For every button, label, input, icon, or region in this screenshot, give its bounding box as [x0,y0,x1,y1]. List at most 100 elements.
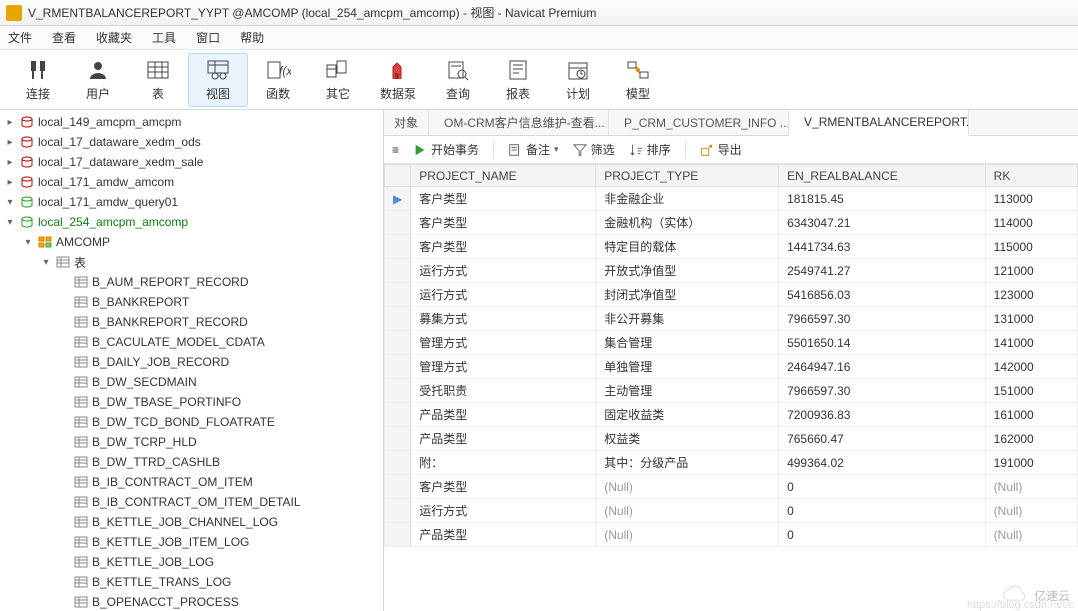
cell[interactable]: 6343047.21 [779,211,986,235]
cell[interactable]: 权益类 [596,427,779,451]
table-row[interactable]: 产品类型权益类765660.47162000 [385,427,1078,451]
cell[interactable]: 其中：分级产品 [596,451,779,475]
table-row[interactable]: 产品类型固定收益类7200936.83161000 [385,403,1078,427]
col-PROJECT_NAME[interactable]: PROJECT_NAME [411,165,596,187]
cell[interactable]: 固定收益类 [596,403,779,427]
cell[interactable]: 封闭式净值型 [596,283,779,307]
cell[interactable]: 499364.02 [779,451,986,475]
cell[interactable]: 765660.47 [779,427,986,451]
cell[interactable]: 产品类型 [411,403,596,427]
toolbar-model[interactable]: 模型 [608,53,668,107]
table-row[interactable]: 管理方式单独管理2464947.16142000 [385,355,1078,379]
table-B_BANKREPORT_RECORD[interactable]: B_BANKREPORT_RECORD [0,312,383,332]
table-row[interactable]: 客户类型(Null)0(Null) [385,475,1078,499]
table-row[interactable]: 管理方式集合管理5501650.14141000 [385,331,1078,355]
cell[interactable]: 运行方式 [411,283,596,307]
cell[interactable]: 非金融企业 [596,187,779,211]
table-B_KETTLE_JOB_ITEM_LOG[interactable]: B_KETTLE_JOB_ITEM_LOG [0,532,383,552]
begin-transaction-button[interactable]: 开始事务 [413,141,479,158]
table-B_AUM_REPORT_RECORD[interactable]: B_AUM_REPORT_RECORD [0,272,383,292]
connection-local_171_amdw_amcom[interactable]: ▸local_171_amdw_amcom [0,172,383,192]
toolbar-user[interactable]: 用户 [68,53,128,107]
cell[interactable]: 客户类型 [411,235,596,259]
cell[interactable]: 非公开募集 [596,307,779,331]
cell[interactable]: 5416856.03 [779,283,986,307]
cell[interactable]: 运行方式 [411,499,596,523]
tables-folder[interactable]: ▾表 [0,252,383,272]
cell[interactable]: 募集方式 [411,307,596,331]
sort-button[interactable]: 排序 [629,141,671,158]
toolbar-report[interactable]: 报表 [488,53,548,107]
toolbar-connect[interactable]: 连接 [8,53,68,107]
table-B_IB_CONTRACT_OM_ITEM[interactable]: B_IB_CONTRACT_OM_ITEM [0,472,383,492]
table-B_BANKREPORT[interactable]: B_BANKREPORT [0,292,383,312]
table-row[interactable]: 运行方式(Null)0(Null) [385,499,1078,523]
cell[interactable]: (Null) [985,523,1077,547]
cell[interactable]: 1441734.63 [779,235,986,259]
cell[interactable]: 123000 [985,283,1077,307]
cell[interactable]: 151000 [985,379,1077,403]
table-B_DW_TCD_BOND_FLOATRATE[interactable]: B_DW_TCD_BOND_FLOATRATE [0,412,383,432]
toolbar-function[interactable]: f(x)函数 [248,53,308,107]
table-row[interactable]: 募集方式非公开募集7966597.30131000 [385,307,1078,331]
cell[interactable]: (Null) [596,523,779,547]
col-RK[interactable]: RK [985,165,1077,187]
connection-local_171_amdw_query01[interactable]: ▾local_171_amdw_query01 [0,192,383,212]
table-B_OPENACCT_PROCESS[interactable]: B_OPENACCT_PROCESS [0,592,383,611]
expand-icon[interactable]: ▸ [4,177,16,188]
cell[interactable]: 附： [411,451,596,475]
cell[interactable]: 114000 [985,211,1077,235]
cell[interactable]: 141000 [985,331,1077,355]
expand-icon[interactable]: ▾ [40,257,52,268]
table-B_DW_TCRP_HLD[interactable]: B_DW_TCRP_HLD [0,432,383,452]
cell[interactable]: (Null) [985,475,1077,499]
tab-objects[interactable]: 对象 [384,110,429,135]
col-EN_REALBALANCE[interactable]: EN_REALBALANCE [779,165,986,187]
cell[interactable]: 2464947.16 [779,355,986,379]
cell[interactable]: (Null) [596,475,779,499]
table-B_KETTLE_JOB_LOG[interactable]: B_KETTLE_JOB_LOG [0,552,383,572]
menu-帮助[interactable]: 帮助 [240,29,264,46]
cell[interactable]: 管理方式 [411,331,596,355]
cell[interactable]: 7966597.30 [779,307,986,331]
cell[interactable]: 主动管理 [596,379,779,403]
table-B_DW_TBASE_PORTINFO[interactable]: B_DW_TBASE_PORTINFO [0,392,383,412]
cell[interactable]: 0 [779,523,986,547]
cell[interactable]: 金融机构（实体） [596,211,779,235]
expand-icon[interactable]: ▾ [4,197,16,208]
table-B_KETTLE_TRANS_LOG[interactable]: B_KETTLE_TRANS_LOG [0,572,383,592]
table-B_CACULATE_MODEL_CDATA[interactable]: B_CACULATE_MODEL_CDATA [0,332,383,352]
cell[interactable]: 181815.45 [779,187,986,211]
table-row[interactable]: 产品类型(Null)0(Null) [385,523,1078,547]
table-row[interactable]: 运行方式开放式净值型2549741.27121000 [385,259,1078,283]
cell[interactable]: 0 [779,475,986,499]
cell[interactable]: 管理方式 [411,355,596,379]
cell[interactable]: 0 [779,499,986,523]
expand-icon[interactable]: ▸ [4,137,16,148]
cell[interactable]: 运行方式 [411,259,596,283]
cell[interactable]: 142000 [985,355,1077,379]
connection-tree[interactable]: ▸local_149_amcpm_amcpm▸local_17_dataware… [0,110,384,611]
toolbar-query[interactable]: 查询 [428,53,488,107]
cell[interactable]: 113000 [985,187,1077,211]
cell[interactable]: 集合管理 [596,331,779,355]
cell[interactable]: 121000 [985,259,1077,283]
table-row[interactable]: 附：其中：分级产品499364.02191000 [385,451,1078,475]
schema-AMCOMP[interactable]: ▾AMCOMP [0,232,383,252]
cell[interactable]: 191000 [985,451,1077,475]
toolbar-schedule[interactable]: 计划 [548,53,608,107]
table-row[interactable]: 客户类型金融机构（实体）6343047.21114000 [385,211,1078,235]
connection-local_17_dataware_xedm_ods[interactable]: ▸local_17_dataware_xedm_ods [0,132,383,152]
cell[interactable]: 客户类型 [411,187,596,211]
expand-icon[interactable]: ▸ [4,117,16,128]
filter-button[interactable]: 筛选 [573,141,615,158]
toolbar-datapump[interactable]: 数据泵 [368,53,428,107]
cell[interactable]: 客户类型 [411,475,596,499]
table-B_KETTLE_JOB_CHANNEL_LOG[interactable]: B_KETTLE_JOB_CHANNEL_LOG [0,512,383,532]
tab-view-tab[interactable]: V_RMENTBALANCEREPORT... [789,110,969,136]
cell[interactable]: 5501650.14 [779,331,986,355]
toolbar-table[interactable]: 表 [128,53,188,107]
toolbar-view[interactable]: 视图 [188,53,248,107]
cell[interactable]: 131000 [985,307,1077,331]
menu-查看[interactable]: 查看 [52,29,76,46]
